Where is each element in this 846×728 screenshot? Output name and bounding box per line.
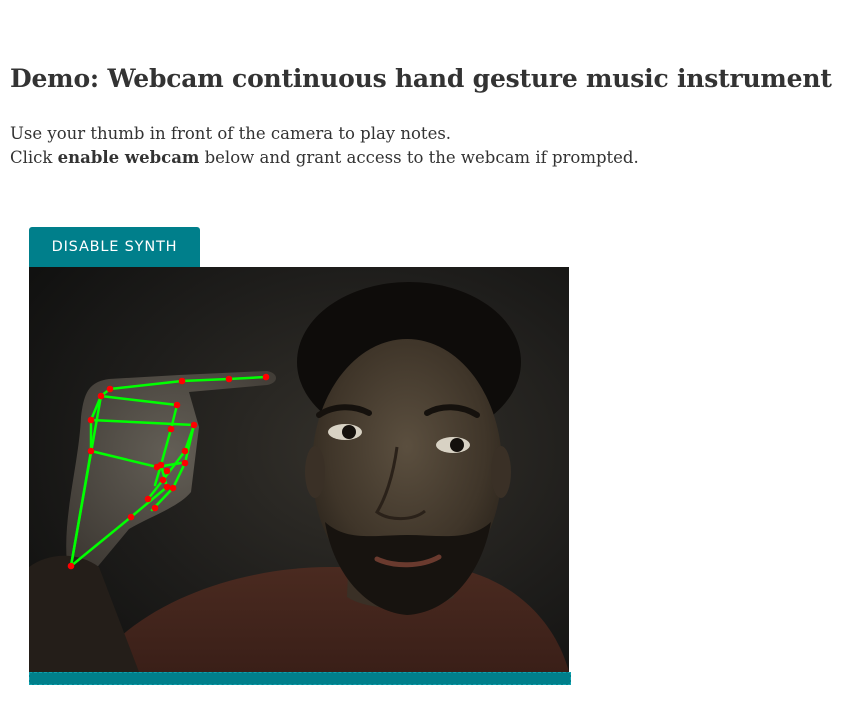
landmark-point: [225, 375, 233, 383]
landmark-point: [181, 447, 189, 455]
landmark-point: [181, 459, 189, 467]
instructions-line-2-suffix: below and grant access to the webcam if …: [199, 148, 639, 167]
person-ear-left: [305, 446, 325, 498]
landmark-point: [163, 483, 171, 491]
page-title: Demo: Webcam continuous hand gesture mus…: [10, 64, 832, 93]
landmark-point: [262, 373, 270, 381]
landmark-point: [163, 467, 171, 475]
instructions-line-2-prefix: Click: [10, 148, 58, 167]
landmark-point: [87, 447, 95, 455]
landmark-point: [173, 401, 181, 409]
person-ear-right: [491, 446, 511, 498]
landmark-point: [67, 562, 75, 570]
landmark-point: [178, 377, 186, 385]
webcam-video: [29, 267, 569, 672]
disable-synth-button[interactable]: DISABLE SYNTH: [29, 227, 200, 267]
landmark-point: [87, 416, 95, 424]
landmark-point: [106, 385, 114, 393]
instructions-line-1: Use your thumb in front of the camera to…: [10, 124, 452, 143]
webcam-status-bar: [29, 672, 571, 685]
landmark-point: [97, 392, 105, 400]
landmark-point: [127, 513, 135, 521]
landmark-point: [157, 461, 165, 469]
landmark-point: [151, 504, 159, 512]
landmark-point: [144, 495, 152, 503]
landmark-point: [167, 425, 175, 433]
instructions: Use your thumb in front of the camera to…: [10, 122, 639, 170]
landmark-point: [169, 484, 177, 492]
landmark-point: [159, 476, 167, 484]
landmark-point: [190, 421, 198, 429]
instructions-line-2-emphasis: enable webcam: [57, 148, 200, 167]
